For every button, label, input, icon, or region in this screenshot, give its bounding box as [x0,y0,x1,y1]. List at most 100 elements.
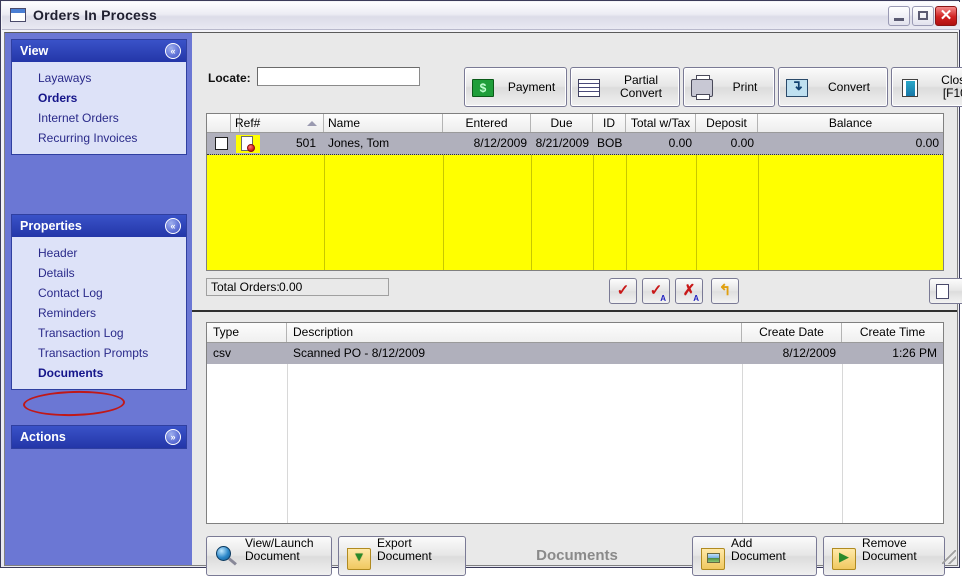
uncheck-all-icon-button[interactable]: ✗ A [675,278,703,304]
chevron-up-icon[interactable]: « [165,43,181,59]
table-row[interactable]: 501 Jones, Tom 8/12/2009 8/21/2009 BOB 0… [207,133,943,155]
cell-doc-description: Scanned PO - 8/12/2009 [293,346,426,360]
partial-convert-line2: Convert [619,86,663,100]
view-launch-document-button[interactable]: View/Launch Document [206,536,332,576]
minimize-button[interactable] [888,6,910,26]
export-document-label: Export Document [377,537,461,575]
maximize-button[interactable] [912,6,934,26]
cell-due: 8/21/2009 [535,136,589,150]
add-document-label: Add Document [731,537,812,575]
view-launch-line2: Document [245,549,300,563]
payment-button-label: Payment [507,79,556,94]
refresh-arrow-icon: ↰ [718,282,732,299]
sidebar-item-transaction-log[interactable]: Transaction Log [12,323,186,343]
convert-button[interactable]: Convert [778,67,888,107]
application-window: Orders In Process View « Layaways Orders… [0,0,962,576]
sidebar-item-header[interactable]: Header [12,243,186,263]
orders-col-total[interactable]: Total w/Tax [626,114,696,132]
orders-grid-header: Ref# Name Entered Due ID Total w/Tax Dep… [207,114,943,133]
new-button[interactable]: New [929,278,962,304]
close-button[interactable] [935,6,957,26]
remove-document-label: Remove Document [862,537,940,575]
docs-col-create-time[interactable]: Create Time [842,323,943,342]
partial-convert-button-label: Partial Convert [607,68,675,106]
resize-grip[interactable] [942,550,956,564]
sidebar-panel-actions-header[interactable]: Actions » [12,426,186,448]
locate-input[interactable] [257,67,420,86]
docs-col-type[interactable]: Type [207,323,287,342]
documents-grid[interactable]: Type Description Create Date Create Time… [206,322,944,524]
new-page-icon [936,284,949,299]
locate-label: Locate: [208,71,251,85]
check-all-icon-button[interactable]: ✓ A [642,278,670,304]
cell-total: 0.00 [668,136,692,150]
print-button[interactable]: Print [683,67,775,107]
add-document-button[interactable]: Add Document [692,536,817,576]
row-checkbox[interactable] [215,137,228,150]
sidebar-panel-view: View « Layaways Orders Internet Orders R… [11,39,187,155]
money-icon [472,79,494,97]
cell-ref: 501 [295,136,316,150]
sidebar-item-layaways[interactable]: Layaways [12,68,186,88]
sidebar-item-contact-log[interactable]: Contact Log [12,283,186,303]
orders-col-due[interactable]: Due [531,114,593,132]
magnifier-globe-icon [215,546,239,568]
close-f10-button[interactable]: Close [F10] [891,67,962,107]
cell-id: BOB [597,136,623,150]
orders-col-check[interactable] [207,114,231,132]
orders-grid[interactable]: Ref# Name Entered Due ID Total w/Tax Dep… [206,113,944,271]
cell-doc-create-date: 8/12/2009 [782,346,836,360]
check-icon-button[interactable]: ✓ [609,278,637,304]
orders-col-balance[interactable]: Balance [758,114,943,132]
sidebar-panel-properties-header[interactable]: Properties « [12,215,186,237]
orders-col-entered[interactable]: Entered [443,114,531,132]
table-row[interactable]: csv Scanned PO - 8/12/2009 8/12/2009 1:2… [207,343,943,364]
export-document-button[interactable]: Export Document [338,536,466,576]
title-bar: Orders In Process [2,2,960,30]
sidebar-panel-view-title: View [20,44,49,58]
total-orders-value: 0.00 [279,280,303,294]
view-launch-document-label: View/Launch Document [245,537,327,575]
client-area: View « Layaways Orders Internet Orders R… [4,32,962,576]
chevron-down-icon[interactable]: » [165,429,181,445]
add-line2: Document [731,549,786,563]
remove-document-button[interactable]: Remove Document [823,536,945,576]
sidebar: View « Layaways Orders Internet Orders R… [5,33,192,565]
close-line2: [F10] [942,86,962,100]
sidebar-item-details[interactable]: Details [12,263,186,283]
documents-grid-header: Type Description Create Date Create Time [207,323,943,343]
sidebar-item-recurring-invoices[interactable]: Recurring Invoices [12,128,186,148]
print-button-label: Print [732,79,758,94]
cell-name: Jones, Tom [328,136,390,150]
refresh-arrow-icon-button[interactable]: ↰ [711,278,739,304]
sidebar-item-documents[interactable]: Documents [12,363,186,383]
orders-col-deposit[interactable]: Deposit [696,114,758,132]
sidebar-panel-properties-body: Header Details Contact Log Reminders Tra… [12,237,186,389]
orders-col-name[interactable]: Name [324,114,443,132]
check-all-sublabel: A [660,294,666,303]
partial-convert-button[interactable]: Partial Convert [570,67,680,107]
sidebar-item-orders[interactable]: Orders [12,88,186,108]
sidebar-panel-view-header[interactable]: View « [12,40,186,62]
sidebar-panel-properties-title: Properties [20,219,82,233]
payment-button[interactable]: Payment [464,67,567,107]
sidebar-item-internet-orders[interactable]: Internet Orders [12,108,186,128]
docs-col-create-date[interactable]: Create Date [742,323,842,342]
cell-balance: 0.00 [915,136,939,150]
window-icon [10,8,26,22]
sidebar-panel-actions: Actions » [11,425,187,449]
folder-right-arrow-icon [832,548,856,570]
sidebar-item-transaction-prompts[interactable]: Transaction Prompts [12,343,186,363]
orders-col-id[interactable]: ID [593,114,626,132]
docs-col-description[interactable]: Description [287,323,742,342]
total-orders-label: Total Orders: [211,280,280,294]
total-orders-field: Total Orders: 0.00 [206,278,389,296]
partial-convert-icon [578,79,600,97]
cell-doc-create-time: 1:26 PM [892,346,937,360]
uncheck-all-sublabel: A [693,294,699,303]
folder-down-arrow-icon [347,548,371,570]
panel-divider [192,310,957,312]
sidebar-panel-actions-title: Actions [20,430,66,444]
sidebar-item-reminders[interactable]: Reminders [12,303,186,323]
chevron-up-icon[interactable]: « [165,218,181,234]
